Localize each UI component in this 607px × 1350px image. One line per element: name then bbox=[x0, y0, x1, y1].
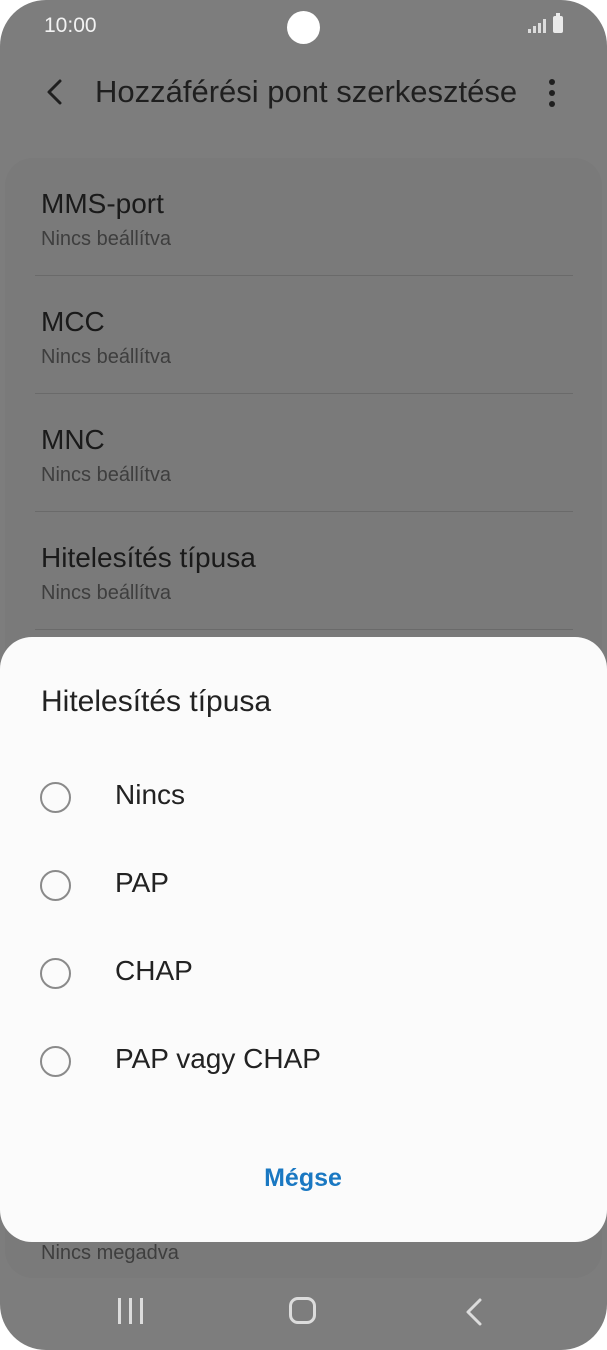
option-nincs[interactable]: Nincs bbox=[0, 755, 607, 843]
list-item-value: Nincs beállítva bbox=[41, 464, 172, 486]
list-item-label: MMS-port bbox=[41, 188, 164, 219]
page-title: Hozzáférési pont szerkesztése bbox=[95, 74, 518, 109]
home-icon[interactable] bbox=[289, 1297, 316, 1324]
list-item-mnc[interactable]: MNC Nincs beállítva bbox=[35, 394, 573, 512]
signal-icon bbox=[528, 17, 546, 33]
phone-screen: 10:00 Hozzáférési pont szerkesztése MMS-… bbox=[0, 0, 607, 1350]
back-icon[interactable] bbox=[460, 1294, 490, 1330]
more-vertical-icon[interactable] bbox=[540, 75, 564, 111]
cancel-button[interactable]: Mégse bbox=[223, 1153, 383, 1203]
option-label: PAP vagy CHAP bbox=[115, 1043, 321, 1074]
list-item-mcc[interactable]: MCC Nincs beállítva bbox=[35, 276, 573, 394]
list-item-auth-type[interactable]: Hitelesítés típusa Nincs beállítva bbox=[35, 512, 573, 630]
auth-type-dialog: Hitelesítés típusa Nincs PAP CHAP PAP va… bbox=[0, 637, 607, 1242]
option-label: PAP bbox=[115, 867, 169, 898]
dialog-title: Hitelesítés típusa bbox=[41, 685, 272, 718]
list-item-value: Nincs beállítva bbox=[41, 228, 172, 250]
divider bbox=[35, 629, 573, 630]
option-chap[interactable]: CHAP bbox=[0, 931, 607, 1019]
list-item-value: Nincs beállítva bbox=[41, 346, 172, 368]
list-item-mms-port[interactable]: MMS-port Nincs beállítva bbox=[35, 158, 573, 276]
radio-button[interactable] bbox=[40, 958, 71, 989]
front-camera bbox=[287, 11, 320, 44]
option-pap-or-chap[interactable]: PAP vagy CHAP bbox=[0, 1019, 607, 1107]
status-time: 10:00 bbox=[44, 14, 97, 37]
navigation-bar bbox=[0, 1278, 607, 1350]
radio-button[interactable] bbox=[40, 1046, 71, 1077]
radio-button[interactable] bbox=[40, 870, 71, 901]
radio-button[interactable] bbox=[40, 782, 71, 813]
option-label: Nincs bbox=[115, 779, 186, 810]
list-item-value: Nincs megadva bbox=[41, 1242, 179, 1264]
chevron-left-icon[interactable] bbox=[40, 74, 76, 110]
option-pap[interactable]: PAP bbox=[0, 843, 607, 931]
list-item-label: Hitelesítés típusa bbox=[41, 542, 256, 573]
option-label: CHAP bbox=[115, 955, 193, 986]
status-icons bbox=[528, 13, 563, 33]
list-item-value: Nincs beállítva bbox=[41, 582, 172, 604]
list-item-label: MNC bbox=[41, 424, 105, 455]
list-item-label: MCC bbox=[41, 306, 105, 337]
battery-icon bbox=[553, 13, 563, 33]
